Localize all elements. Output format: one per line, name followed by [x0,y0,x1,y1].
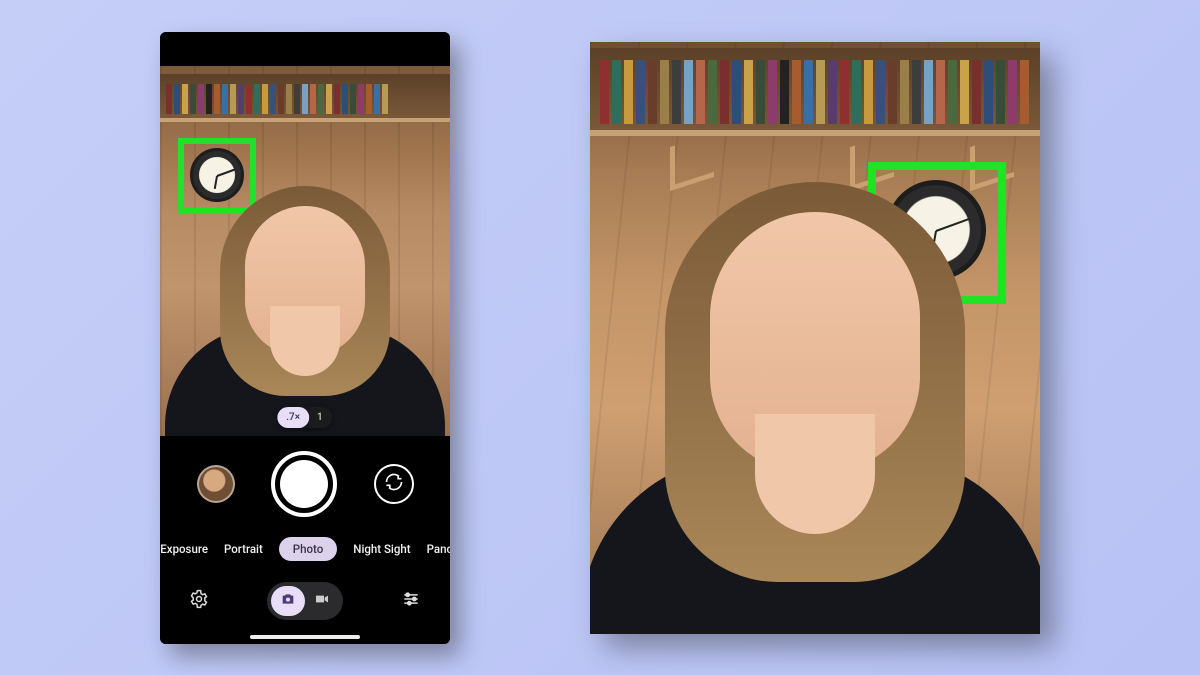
mode-portrait[interactable]: Portrait [224,542,263,556]
mode-panorama[interactable]: Panora [427,542,450,556]
shutter-button[interactable] [271,451,337,517]
mode-night-sight[interactable]: Night Sight [353,542,410,556]
person-subject [175,176,435,436]
captured-photo [590,42,1040,634]
toggle-video[interactable] [305,586,339,616]
zoom-option-active[interactable]: .7× [277,407,309,428]
camera-flip-icon [384,472,404,496]
gallery-thumbnail[interactable] [197,465,235,503]
mode-photo[interactable]: Photo [279,537,337,561]
viewfinder-scene [160,66,450,436]
status-bar-area [160,32,450,66]
toggle-photo[interactable] [271,586,305,616]
sliders-icon [401,589,421,613]
camera-viewfinder[interactable]: .7× 1 [160,66,450,436]
phone-screenshot: .7× 1 g Exposure Portrait Photo Night Si… [160,32,450,644]
adjustments-button[interactable] [394,584,428,618]
photo-video-toggle[interactable] [267,582,343,620]
bookshelf-photo [590,48,1040,136]
zoom-selector[interactable]: .7× 1 [277,407,332,428]
zoom-option-1x[interactable]: 1 [309,407,333,428]
capture-controls-row [160,436,450,532]
home-indicator[interactable] [250,635,360,639]
mode-long-exposure[interactable]: g Exposure [160,542,208,556]
gear-icon [189,589,209,613]
camera-icon [280,591,296,611]
bookshelf [160,74,450,122]
person-subject-photo [595,164,1035,634]
camera-modes-row[interactable]: g Exposure Portrait Photo Night Sight Pa… [160,532,450,566]
camera-flip-button[interactable] [374,464,414,504]
bottom-toolbar [160,566,450,644]
video-icon [314,591,330,611]
settings-button[interactable] [182,584,216,618]
